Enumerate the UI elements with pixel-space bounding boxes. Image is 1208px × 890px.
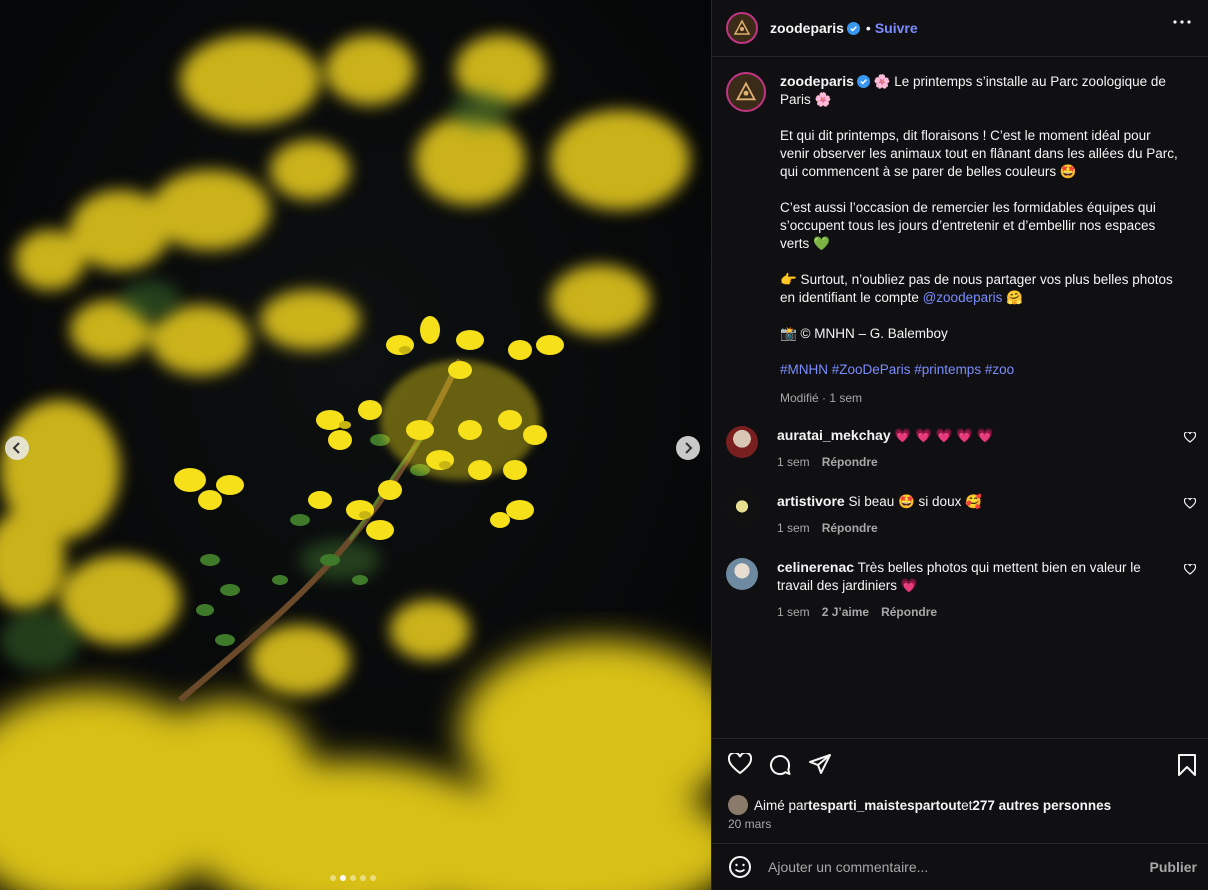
caption-mention-link[interactable]: @zoodeparis — [923, 290, 1003, 305]
caption-p4-emoji: 🤗 — [1002, 290, 1023, 305]
chevron-right-icon — [685, 442, 693, 454]
next-image-button[interactable] — [676, 436, 700, 460]
commenter-username[interactable]: celinerenac — [777, 559, 854, 575]
comment-item: artistivore Si beau 🤩 si doux 🥰 1 sem Rép… — [726, 492, 1196, 537]
author-username[interactable]: zoodeparis — [770, 20, 844, 36]
like-comment-heart-icon[interactable] — [1184, 498, 1196, 509]
like-comment-heart-icon[interactable] — [1184, 564, 1196, 575]
zoo-logo-icon — [733, 19, 751, 35]
follow-button[interactable]: Suivre — [875, 20, 918, 36]
comment-time: 1 sem — [777, 521, 810, 535]
reply-button[interactable]: Répondre — [822, 453, 878, 471]
comment-item: auratai_mekchay 💗 💗 💗 💗 💗 1 sem Répondre — [726, 426, 1196, 471]
likes-summary[interactable]: Aimé par tesparti_maistespartout et 277 … — [728, 795, 1111, 815]
comment-time: 1 sem — [777, 605, 810, 619]
comment-button[interactable] — [768, 753, 792, 782]
caption-meta: Modifié · 1 sem — [780, 391, 863, 405]
verified-badge-icon — [856, 75, 870, 88]
comment-time: 1 sem — [777, 455, 810, 469]
post-header: zoodeparis • Suivre — [712, 0, 1208, 57]
paper-plane-icon — [809, 754, 831, 774]
comments-scroll-area[interactable]: zoodeparis 🌸 Le printemps s’installe au … — [712, 58, 1208, 738]
add-comment-bar: Publier — [712, 843, 1208, 890]
share-button[interactable] — [808, 753, 832, 782]
caption-paragraph-3: C’est aussi l’occasion de remercier les … — [780, 200, 1156, 251]
bookmark-icon — [1178, 754, 1196, 776]
carousel-dot — [360, 875, 366, 881]
likes-mid: et — [961, 797, 973, 813]
save-button[interactable] — [1177, 753, 1197, 782]
post-caption: zoodeparis 🌸 Le printemps s’installe au … — [726, 72, 1196, 407]
comment-text: Si beau 🤩 si doux 🥰 — [844, 494, 982, 509]
comment-input[interactable] — [768, 859, 1128, 875]
heart-icon — [727, 751, 753, 775]
zoo-logo-icon — [735, 81, 757, 101]
reply-button[interactable]: Répondre — [822, 519, 878, 537]
caption-paragraph-4: 👉 Surtout, n’oubliez pas de nous partage… — [780, 271, 1180, 307]
post-date: 20 mars — [728, 817, 772, 831]
comment-like-count[interactable]: 2 J’aime — [822, 603, 869, 621]
caption-author-avatar[interactable] — [726, 72, 766, 112]
separator-dot: • — [865, 20, 871, 36]
commenter-avatar[interactable] — [726, 492, 758, 524]
chevron-left-icon — [12, 442, 20, 454]
carousel-dot — [340, 875, 346, 881]
carousel-dot — [370, 875, 376, 881]
caption-credit: 📸 © MNHN – G. Balemboy — [780, 326, 948, 341]
caption-paragraph-2: Et qui dit printemps, dit floraisons ! C… — [780, 128, 1178, 179]
commenter-username[interactable]: auratai_mekchay — [777, 427, 891, 443]
more-options-icon[interactable] — [1173, 20, 1191, 24]
comment-text: 💗 💗 💗 💗 💗 — [890, 428, 994, 443]
post-photo[interactable] — [0, 0, 711, 890]
caption-username[interactable]: zoodeparis — [780, 73, 854, 89]
comment-item: celinerenac Très belles photos qui mette… — [726, 558, 1196, 621]
commenter-username[interactable]: artistivore — [777, 493, 845, 509]
carousel-dot — [330, 875, 336, 881]
emoji-icon[interactable] — [728, 855, 752, 879]
carousel-indicator — [330, 875, 376, 881]
yellow-flowers-image — [0, 0, 711, 890]
author-avatar[interactable] — [726, 12, 758, 44]
post-actions: Aimé par tesparti_maistespartout et 277 … — [712, 738, 1208, 843]
liker-username[interactable]: tesparti_maistespartout — [808, 798, 961, 813]
like-button[interactable] — [727, 751, 753, 782]
likes-others[interactable]: 277 autres personnes — [972, 798, 1111, 813]
commenter-avatar[interactable] — [726, 426, 758, 458]
comment-bubble-icon — [770, 755, 791, 776]
previous-image-button[interactable] — [5, 436, 29, 460]
caption-hashtags[interactable]: #MNHN #ZooDeParis #printemps #zoo — [780, 361, 1180, 379]
reply-button[interactable]: Répondre — [881, 603, 937, 621]
liker-avatar — [728, 795, 748, 815]
commenter-avatar[interactable] — [726, 558, 758, 590]
like-comment-heart-icon[interactable] — [1184, 432, 1196, 443]
post-details-panel: zoodeparis • Suivre zoodeparis 🌸 Le prin… — [711, 0, 1208, 890]
carousel-dot — [350, 875, 356, 881]
verified-badge-icon — [846, 21, 860, 35]
likes-prefix: Aimé par — [754, 797, 809, 813]
publish-button[interactable]: Publier — [1150, 859, 1197, 875]
